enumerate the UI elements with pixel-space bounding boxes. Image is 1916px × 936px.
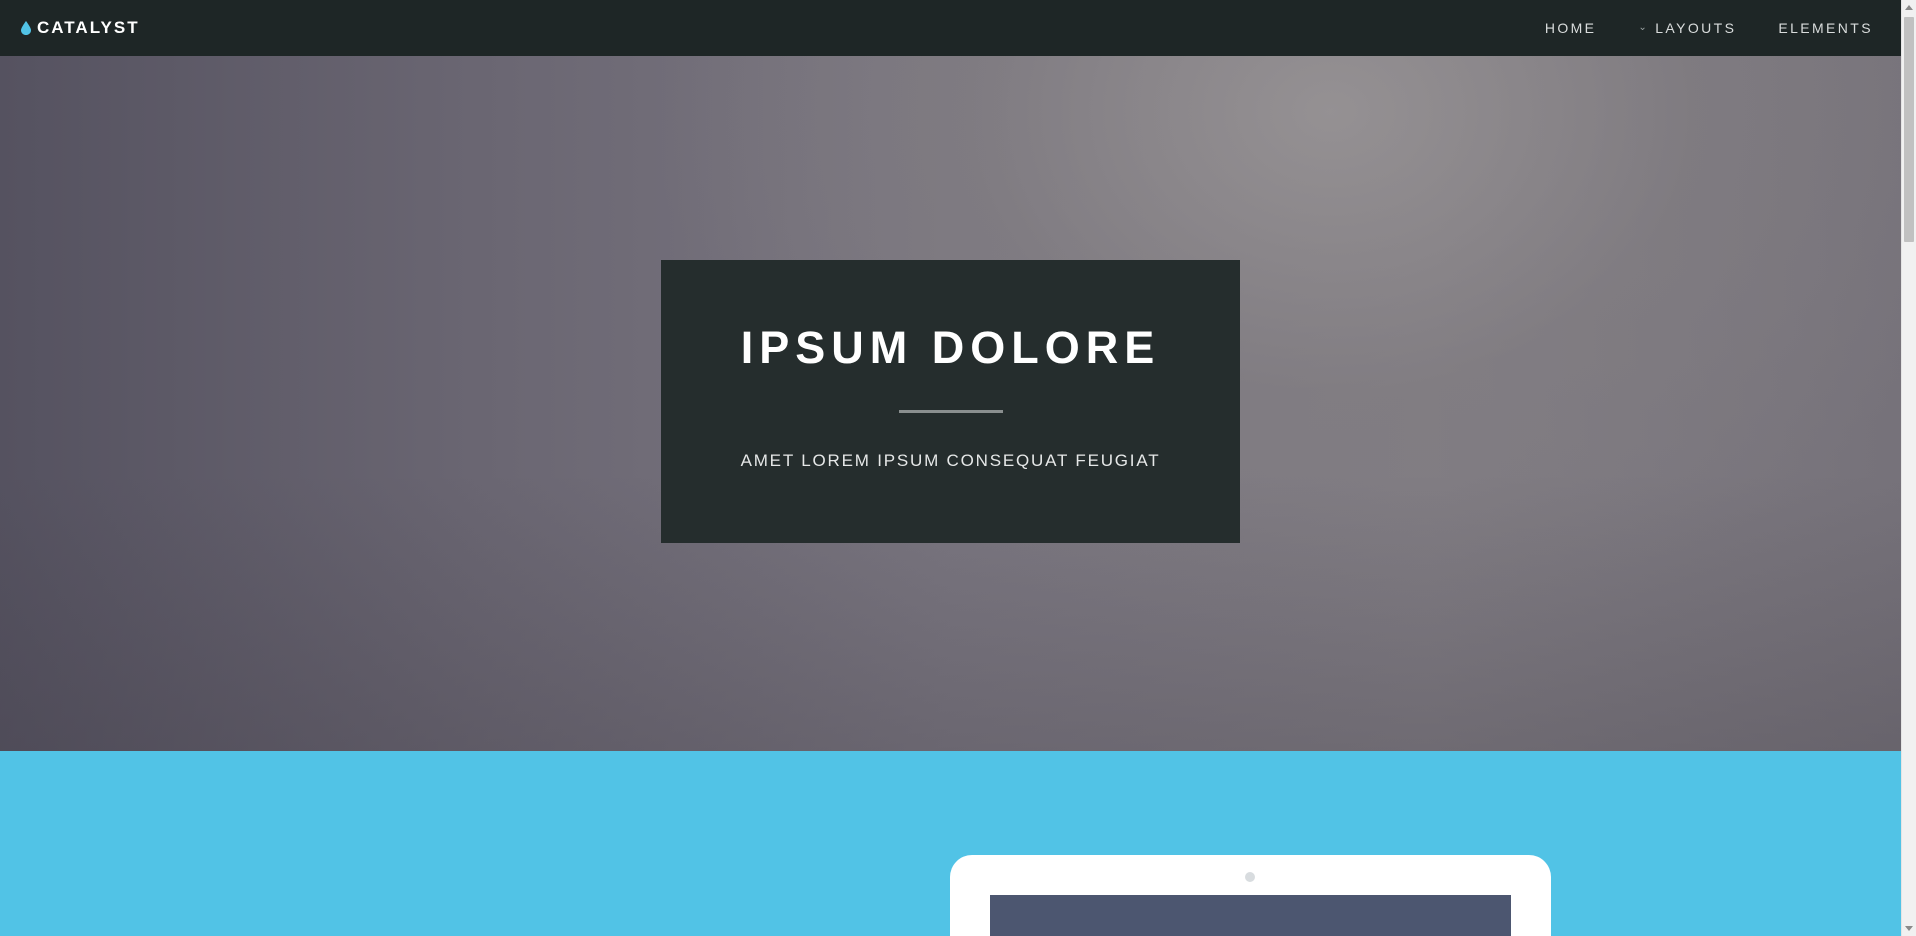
hero-divider bbox=[899, 410, 1003, 413]
hero-subtitle: AMET LOREM IPSUM CONSEQUAT FEUGIAT bbox=[740, 451, 1161, 470]
main-nav: HOME ⌄ LAYOUTS ELEMENTS bbox=[1545, 20, 1873, 36]
scroll-down-arrow-icon[interactable] bbox=[1905, 926, 1913, 931]
brand-name: CATALYST bbox=[37, 18, 140, 37]
nav-item-label: ELEMENTS bbox=[1778, 20, 1873, 36]
feature-section bbox=[0, 751, 1901, 936]
hero-banner: IPSUM DOLORE AMET LOREM IPSUM CONSEQUAT … bbox=[0, 56, 1901, 751]
scroll-up-arrow-icon[interactable] bbox=[1905, 5, 1913, 10]
tablet-device-illustration bbox=[950, 855, 1551, 936]
nav-item-label: LAYOUTS bbox=[1655, 20, 1737, 36]
page-viewport: CATALYST HOME ⌄ LAYOUTS ELEMENTS IPSUM D… bbox=[0, 0, 1901, 936]
hero-title: IPSUM DOLORE bbox=[740, 322, 1161, 373]
hero-box: IPSUM DOLORE AMET LOREM IPSUM CONSEQUAT … bbox=[661, 260, 1240, 543]
camera-dot bbox=[1245, 872, 1255, 882]
nav-item-elements[interactable]: ELEMENTS bbox=[1778, 20, 1873, 36]
nav-item-label: HOME bbox=[1544, 20, 1597, 36]
nav-item-layouts[interactable]: ⌄ LAYOUTS bbox=[1638, 20, 1736, 36]
brand-logo[interactable]: CATALYST bbox=[21, 18, 140, 38]
nav-item-home[interactable]: HOME bbox=[1545, 20, 1597, 36]
chevron-down-icon: ⌄ bbox=[1638, 21, 1650, 33]
scroll-thumb[interactable] bbox=[1904, 17, 1914, 242]
top-navbar: CATALYST HOME ⌄ LAYOUTS ELEMENTS bbox=[0, 0, 1901, 56]
vertical-scrollbar[interactable] bbox=[1901, 0, 1916, 936]
device-screen bbox=[990, 895, 1511, 936]
drop-icon bbox=[21, 21, 31, 35]
